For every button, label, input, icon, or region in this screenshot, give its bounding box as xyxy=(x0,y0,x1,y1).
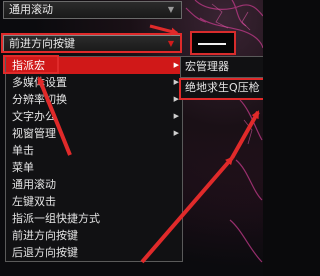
menu-item-label: 单击 xyxy=(12,144,34,157)
submenu-item-label: 绝地求生Q压枪 xyxy=(185,81,260,94)
menu-item-assign-macro[interactable]: 指派宏 ▶ xyxy=(6,57,182,74)
menu-item-forward-key[interactable]: 前进方向按键 xyxy=(6,227,182,244)
menu-item-label: 分辨率切换 xyxy=(12,93,67,106)
menu-item-label: 菜单 xyxy=(12,161,34,174)
menu-item-shortcut-set[interactable]: 指派一组快捷方式 xyxy=(6,210,182,227)
submenu-arrow-icon: ▶ xyxy=(173,95,179,103)
menu-item-label: 指派宏 xyxy=(12,59,45,72)
submenu-item-macro-manager[interactable]: 宏管理器 xyxy=(181,57,263,77)
menu-item-label: 通用滚动 xyxy=(12,178,56,191)
submenu-arrow-icon: ▶ xyxy=(173,129,179,137)
key-binding-dash xyxy=(198,43,226,45)
menu-item-label: 前进方向按键 xyxy=(12,229,78,242)
menu-item-label: 左键双击 xyxy=(12,195,56,208)
menu-item-resolution[interactable]: 分辨率切换 ▶ xyxy=(6,91,182,108)
menu-item-office[interactable]: 文字办公 ▶ xyxy=(6,108,182,125)
function-menu: 指派宏 ▶ 多媒体设置 ▶ 分辨率切换 ▶ 文字办公 ▶ 视窗管理 ▶ 单击 菜… xyxy=(5,56,183,262)
top-dropdown-value: 通用滚动 xyxy=(9,3,53,16)
menu-item-back-key[interactable]: 后退方向按键 xyxy=(6,244,182,261)
menu-item-multimedia[interactable]: 多媒体设置 ▶ xyxy=(6,74,182,91)
menu-item-label: 文字办公 xyxy=(12,110,56,123)
submenu-arrow-icon: ▶ xyxy=(173,78,179,86)
menu-item-click[interactable]: 单击 xyxy=(6,142,182,159)
submenu-arrow-icon: ▶ xyxy=(173,112,179,120)
top-function-dropdown[interactable]: 通用滚动 ▼ xyxy=(3,1,182,19)
menu-item-label: 后退方向按键 xyxy=(12,246,78,259)
menu-item-scroll[interactable]: 通用滚动 xyxy=(6,176,182,193)
menu-item-label: 视窗管理 xyxy=(12,127,56,140)
chevron-down-icon[interactable]: ▼ xyxy=(164,37,178,51)
key-function-dropdown[interactable]: 前进方向按键 ▼ xyxy=(3,35,182,53)
key-binding-display[interactable] xyxy=(190,31,236,55)
menu-item-menu[interactable]: 菜单 xyxy=(6,159,182,176)
submenu-arrow-icon: ▶ xyxy=(173,61,179,69)
chevron-down-icon[interactable]: ▼ xyxy=(164,3,178,17)
menu-item-label: 多媒体设置 xyxy=(12,76,67,89)
menu-item-window-management[interactable]: 视窗管理 ▶ xyxy=(6,125,182,142)
menu-item-label: 指派一组快捷方式 xyxy=(12,212,100,225)
submenu-item-macro[interactable]: 绝地求生Q压枪 xyxy=(181,78,263,98)
key-dropdown-value: 前进方向按键 xyxy=(9,37,75,50)
submenu-item-label: 宏管理器 xyxy=(185,60,229,73)
menu-item-double-click[interactable]: 左键双击 xyxy=(6,193,182,210)
macro-submenu: 宏管理器 绝地求生Q压枪 xyxy=(180,56,263,99)
